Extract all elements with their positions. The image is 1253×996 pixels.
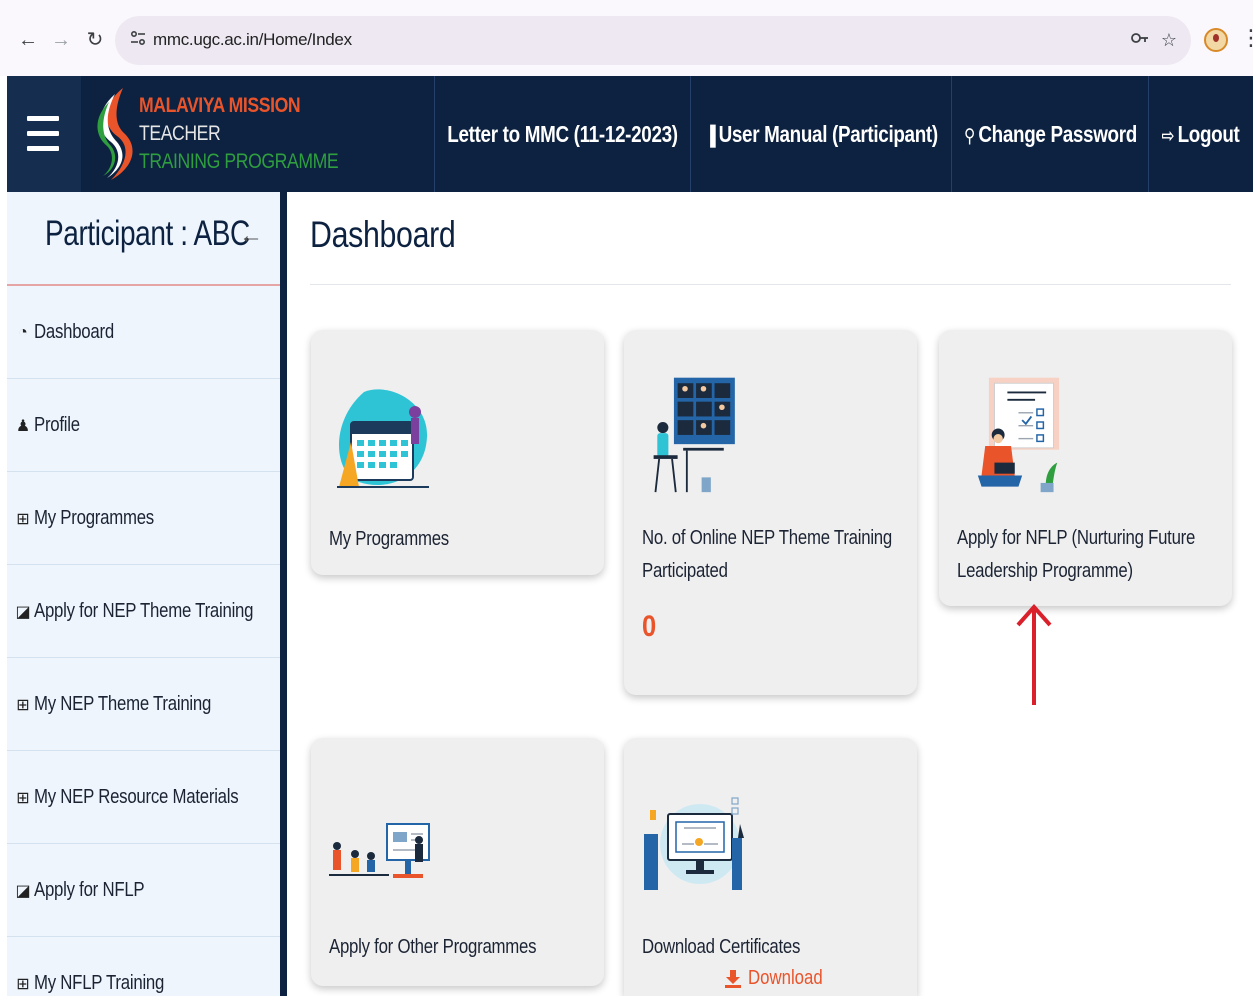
card-label: My Programmes [329, 528, 449, 550]
sidebar-header: Participant : ABC ← [7, 192, 280, 286]
password-key-icon[interactable] [1128, 28, 1152, 52]
edit-icon: ◪ [15, 603, 31, 621]
bookmark-star-icon[interactable]: ☆ [1157, 28, 1181, 52]
nav-letter-label: Letter to MMC (11-12-2023) [447, 120, 678, 147]
participant-name: Participant : ABC [45, 214, 250, 253]
nep-training-count: 0 [642, 610, 657, 643]
sidebar-item-label: My NEP Theme Training [34, 693, 212, 715]
logo-line-2: TEACHER [139, 122, 221, 145]
edit-icon: ◪ [15, 882, 31, 900]
classroom-illustration-icon [329, 823, 430, 878]
nav-user-manual[interactable]: ▐ User Manual (Participant) [690, 76, 951, 192]
sidebar-item-my-nflp-training[interactable]: ⊞ My NFLP Training [7, 937, 280, 996]
sidebar-item-my-programmes[interactable]: ⊞ My Programmes [7, 472, 280, 565]
user-icon: ♟ [15, 417, 31, 435]
nav-logout-label: Logout [1178, 120, 1240, 147]
download-link[interactable]: Download [724, 967, 837, 990]
card-nep-training-count[interactable]: No. of Online NEP Theme Training Partici… [624, 330, 917, 695]
download-link-label: Download [748, 967, 823, 989]
sidebar: Participant : ABC ← ◔ Dashboard ♟ Profile … [7, 192, 280, 996]
calendar-illustration-icon [337, 389, 429, 488]
sidebar-item-label: My NEP Resource Materials [34, 786, 239, 808]
flame-logo-icon [97, 88, 133, 180]
sidebar-item-apply-nep[interactable]: ◪ Apply for NEP Theme Training [7, 565, 280, 658]
forward-arrow-icon[interactable]: → [48, 27, 74, 53]
nav-user-manual-label: User Manual (Participant) [718, 120, 938, 147]
site-info-icon[interactable] [127, 29, 149, 51]
card-label: Download Certificates [642, 936, 801, 958]
video-conference-illustration-icon [653, 377, 735, 493]
card-apply-nflp[interactable]: Apply for NFLP (Nurturing Future Leaders… [939, 330, 1232, 606]
sidebar-border [280, 192, 287, 996]
sidebar-item-label: Profile [34, 414, 80, 436]
site-header: MALAVIYA MISSION TEACHER TRAINING PROGRA… [7, 76, 1253, 192]
logo-line-3: TRAINING PROGRAMME [139, 150, 339, 173]
download-icon [725, 969, 741, 988]
dashboard-icon: ◔ [18, 323, 28, 341]
book-icon: ▐ [704, 125, 716, 147]
back-arrow-icon[interactable]: ← [15, 27, 41, 53]
card-my-programmes[interactable]: My Programmes [311, 330, 604, 575]
profile-avatar[interactable] [1204, 28, 1228, 52]
annotation-arrow-icon [1016, 603, 1052, 705]
page-title: Dashboard [310, 214, 456, 255]
card-apply-other-programmes[interactable]: Apply for Other Programmes [311, 738, 604, 986]
browser-toolbar: ← → ↻ mmc.ugc.ac.in/Home/Index ☆ ⋮ [0, 0, 1253, 76]
nav-logout[interactable]: ⇨ Logout [1148, 76, 1253, 192]
address-bar[interactable]: mmc.ugc.ac.in/Home/Index ☆ [115, 16, 1191, 65]
sidebar-item-label: My Programmes [34, 507, 154, 529]
nav-change-password[interactable]: ⚲ Change Password [951, 76, 1148, 192]
sidebar-item-nep-resources[interactable]: ⊞ My NEP Resource Materials [7, 751, 280, 844]
card-download-certificates[interactable]: Download Certificates Download [624, 738, 917, 996]
sidebar-item-my-nep-training[interactable]: ⊞ My NEP Theme Training [7, 658, 280, 751]
sidebar-item-label: My NFLP Training [34, 972, 165, 994]
logout-icon: ⇨ [1162, 125, 1175, 147]
grid-icon: ⊞ [16, 789, 30, 807]
nav-letter-to-mmc[interactable]: Letter to MMC (11-12-2023) [434, 76, 690, 192]
certificate-illustration-icon [644, 797, 744, 890]
key-icon: ⚲ [963, 125, 975, 147]
title-divider [310, 284, 1231, 285]
sidebar-item-label: Apply for NEP Theme Training [34, 600, 254, 622]
grid-icon: ⊞ [16, 510, 30, 528]
card-label: No. of Online NEP Theme Training Partici… [642, 527, 892, 582]
sidebar-item-dashboard[interactable]: ◔ Dashboard [7, 286, 280, 379]
sidebar-item-profile[interactable]: ♟ Profile [7, 379, 280, 472]
browser-menu-icon[interactable]: ⋮ [1240, 26, 1253, 50]
checklist-illustration-icon [977, 377, 1060, 493]
url-text[interactable]: mmc.ugc.ac.in/Home/Index [153, 30, 352, 50]
nav-change-password-label: Change Password [977, 120, 1137, 147]
sidebar-item-apply-nflp[interactable]: ◪ Apply for NFLP [7, 844, 280, 937]
logo-line-1: MALAVIYA MISSION [139, 94, 301, 117]
reload-icon[interactable]: ↻ [82, 27, 108, 53]
grid-icon: ⊞ [16, 975, 30, 993]
grid-icon: ⊞ [16, 696, 30, 714]
card-label: Apply for Other Programmes [329, 936, 537, 958]
mmc-logo[interactable]: MALAVIYA MISSION TEACHER TRAINING PROGRA… [93, 84, 339, 184]
card-label: Apply for NFLP (Nurturing Future Leaders… [957, 527, 1196, 582]
sidebar-item-label: Apply for NFLP [34, 879, 145, 901]
collapse-arrow-icon[interactable]: ← [239, 222, 263, 250]
sidebar-item-label: Dashboard [34, 321, 114, 343]
hamburger-menu-icon[interactable] [7, 76, 81, 192]
